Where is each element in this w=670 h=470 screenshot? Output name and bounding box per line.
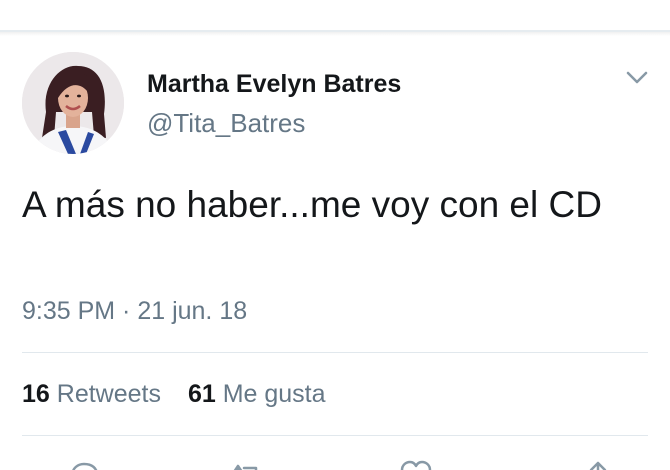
retweet-icon bbox=[233, 464, 258, 470]
heart-icon bbox=[400, 460, 432, 470]
top-bar bbox=[0, 0, 670, 32]
retweets-label: Retweets bbox=[56, 380, 161, 408]
retweets-count: 16 bbox=[22, 380, 50, 408]
likes-label: Me gusta bbox=[222, 380, 326, 408]
avatar[interactable] bbox=[22, 52, 124, 154]
divider bbox=[22, 435, 648, 436]
retweet-button[interactable] bbox=[228, 460, 264, 470]
likes-stat[interactable]: 61 Me gusta bbox=[188, 380, 326, 409]
tweet-action-bar bbox=[0, 452, 670, 470]
tweet-menu-button[interactable] bbox=[624, 68, 650, 88]
reply-button[interactable] bbox=[66, 460, 102, 470]
likes-count: 61 bbox=[187, 380, 216, 408]
tweet-timestamp: 9:35 PM · 21 jun. 18 bbox=[22, 297, 248, 325]
top-bar-shadow bbox=[0, 32, 670, 36]
chevron-down-icon bbox=[626, 71, 648, 84]
retweets-stat[interactable]: 16 Retweets bbox=[22, 380, 161, 409]
avatar-image bbox=[22, 52, 124, 154]
share-button[interactable] bbox=[580, 460, 616, 470]
tweet-detail-screen: Martha Evelyn Batres @Tita_Batres A más … bbox=[0, 0, 670, 470]
display-name[interactable]: Martha Evelyn Batres bbox=[147, 70, 401, 99]
share-icon bbox=[589, 461, 607, 470]
reply-icon bbox=[72, 462, 98, 470]
tweet-stats: 16 Retweets 61 Me gusta bbox=[22, 380, 326, 409]
like-button[interactable] bbox=[398, 460, 434, 470]
divider bbox=[22, 352, 648, 353]
tweet-text: A más no haber...me voy con el CD bbox=[22, 184, 602, 225]
user-handle[interactable]: @Tita_Batres bbox=[147, 108, 305, 139]
